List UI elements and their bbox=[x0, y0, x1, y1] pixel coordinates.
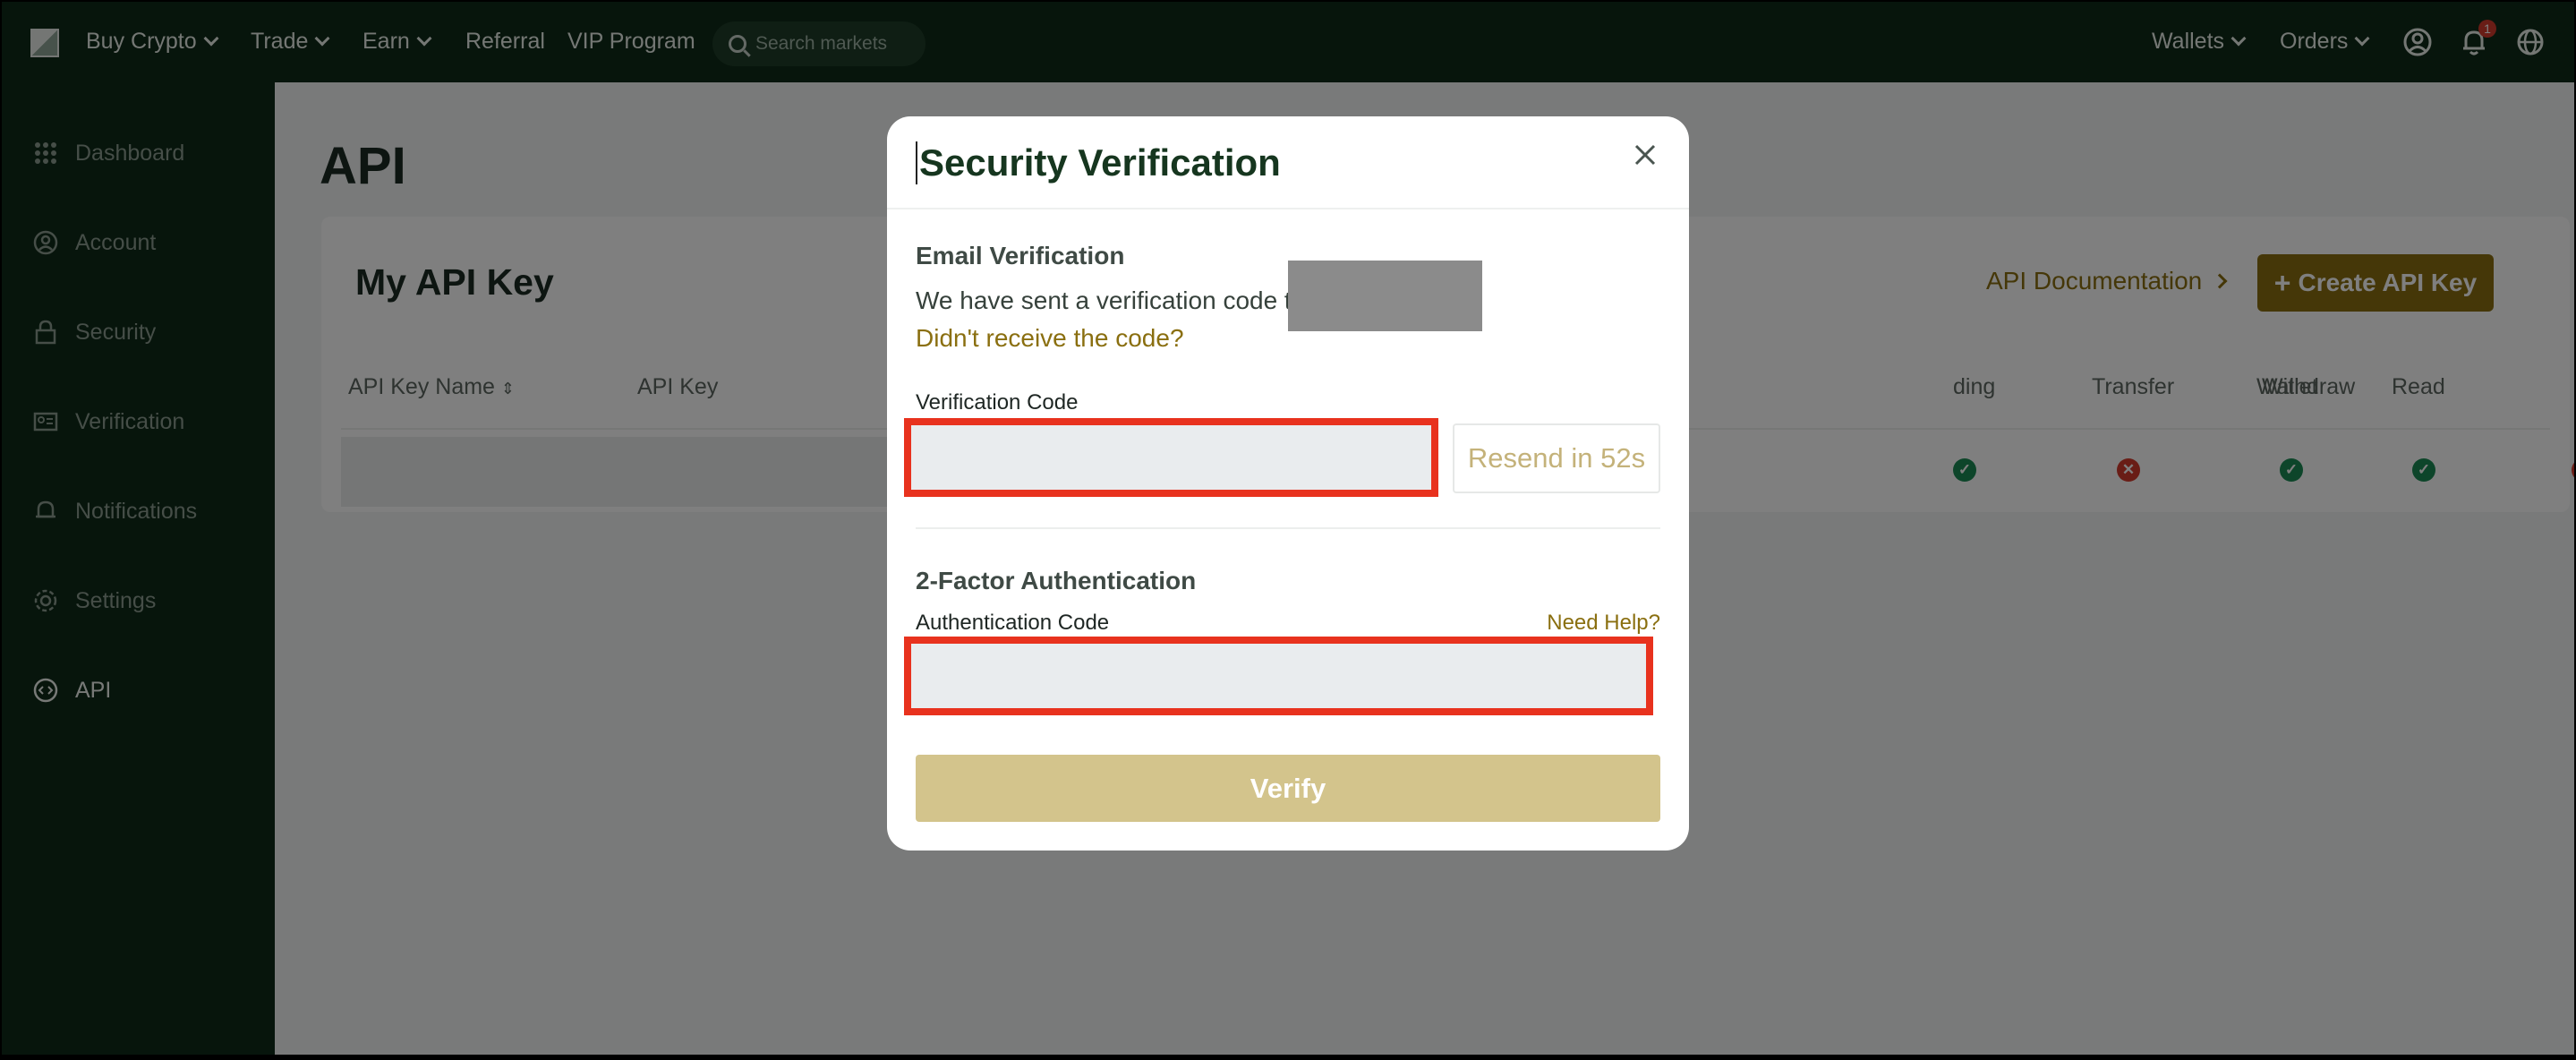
authentication-code-input[interactable] bbox=[904, 637, 1653, 715]
sent-code-text: We have sent a verification code to bbox=[916, 286, 1306, 314]
section-divider bbox=[916, 527, 1660, 529]
authentication-code-label: Authentication Code bbox=[916, 611, 1110, 635]
verify-button[interactable]: Verify bbox=[916, 755, 1660, 822]
security-verification-modal: Security Verification Email Verification… bbox=[887, 116, 1689, 851]
didnt-receive-link[interactable]: Didn't receive the code? bbox=[916, 324, 1184, 353]
masked-email bbox=[1288, 261, 1482, 331]
email-verification-heading: Email Verification bbox=[916, 242, 1125, 269]
app-frame: Buy Crypto Trade Earn Referral VIP Progr… bbox=[2, 2, 2574, 1055]
modal-divider bbox=[887, 208, 1689, 209]
modal-title: Security Verification bbox=[916, 141, 1281, 184]
close-icon[interactable] bbox=[1630, 140, 1660, 170]
twofa-heading: 2-Factor Authentication bbox=[916, 567, 1197, 594]
need-help-link[interactable]: Need Help? bbox=[1547, 611, 1660, 636]
verification-code-input[interactable] bbox=[904, 418, 1438, 497]
resend-button[interactable]: Resend in 52s bbox=[1453, 423, 1660, 493]
verification-code-label: Verification Code bbox=[916, 390, 1079, 415]
